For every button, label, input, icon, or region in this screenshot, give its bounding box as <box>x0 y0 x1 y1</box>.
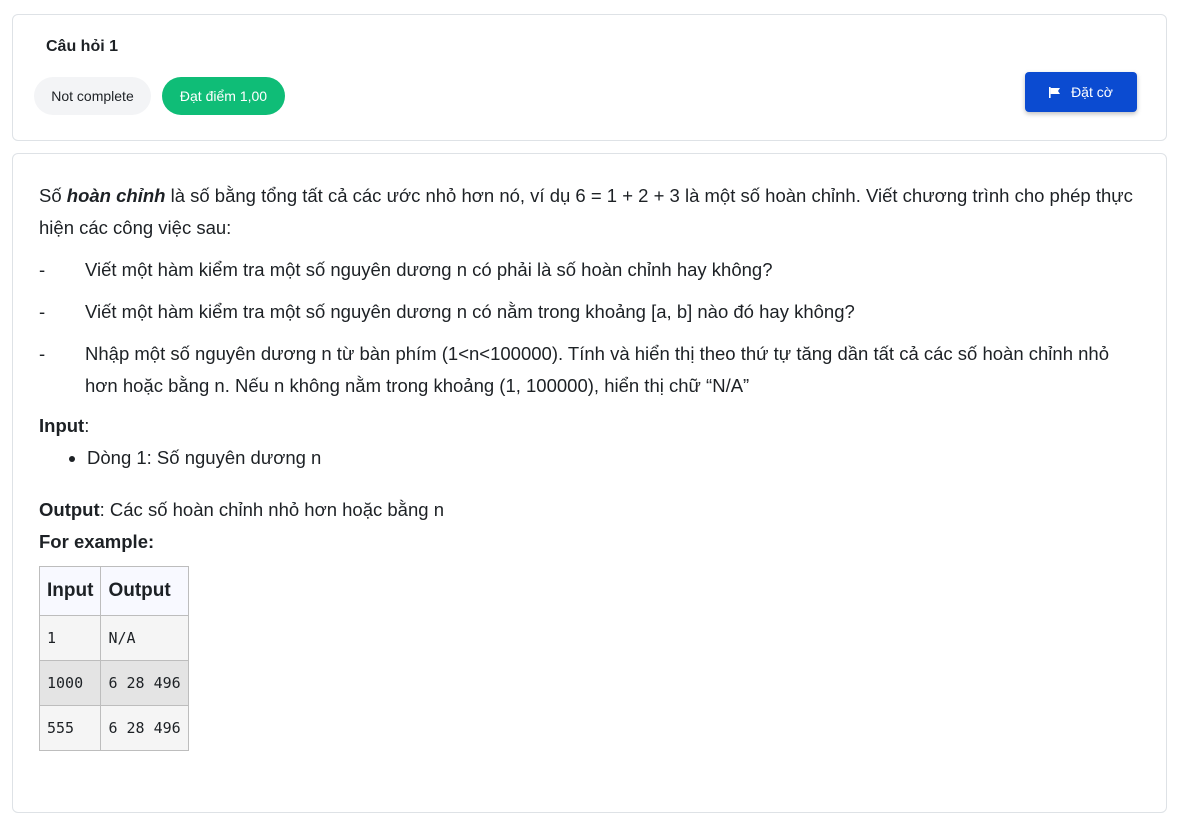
table-header-input: Input <box>38 566 102 616</box>
flag-icon <box>1049 86 1061 98</box>
grade-badge: Đạt điểm 1,00 <box>162 77 285 115</box>
input-heading: Input: <box>39 415 90 436</box>
task-marker: - <box>39 343 46 364</box>
task-marker: - <box>39 301 46 322</box>
intro-paragraph: Số hoàn chỉnh là số bằng tổng tất cả các… <box>39 180 1139 244</box>
table-row: 555 6 28 496 <box>38 705 189 751</box>
table-header-output: Output <box>100 566 189 616</box>
question-info-card: Câu hỏi 1 Not complete Đạt điểm 1,00 Đặt… <box>12 14 1167 141</box>
intro-prefix: Số <box>39 185 67 206</box>
task-text: Nhập một số nguyên dương n từ bàn phím (… <box>85 343 1110 396</box>
output-line: Output: Các số hoàn chỉnh nhỏ hơn hoặc b… <box>39 494 1139 526</box>
output-text: : Các số hoàn chỉnh nhỏ hơn hoặc bằng n <box>99 499 444 520</box>
task-item: - Viết một hàm kiểm tra một số nguyên dươ… <box>39 296 1139 328</box>
output-label: Output <box>39 499 100 520</box>
completion-status-badge: Not complete <box>34 77 151 115</box>
table-row: 1000 6 28 496 <box>38 660 189 706</box>
question-text: Số hoàn chỉnh là số bằng tổng tất cả các… <box>38 180 1139 751</box>
input-label: Input <box>39 415 85 436</box>
examples-table: Input Output 1 N/A 1000 6 28 496 555 6 2… <box>38 566 189 751</box>
table-cell-output: 6 28 496 <box>100 660 189 706</box>
question-content-card: Số hoàn chỉnh là số bằng tổng tất cả các… <box>12 153 1167 813</box>
task-item: - Viết một hàm kiểm tra một số nguyên dươ… <box>39 254 1139 286</box>
input-list: Dòng 1: Số nguyên dương n <box>39 442 1139 474</box>
flag-question-button[interactable]: Đặt cờ <box>1025 72 1137 112</box>
table-cell-output: 6 28 496 <box>100 705 189 751</box>
task-marker: - <box>39 259 46 280</box>
table-header-row: Input Output <box>38 566 189 616</box>
task-text: Viết một hàm kiểm tra một số nguyên dươn… <box>85 259 773 280</box>
table-cell-input: 555 <box>38 705 102 751</box>
task-item: - Nhập một số nguyên dương n từ bàn phím … <box>39 338 1139 402</box>
flag-button-label: Đặt cờ <box>1071 84 1113 100</box>
task-text: Viết một hàm kiểm tra một số nguyên dươn… <box>85 301 855 322</box>
table-cell-output: N/A <box>100 615 189 661</box>
intro-emphasis: hoàn chỉnh <box>66 185 166 206</box>
table-cell-input: 1000 <box>38 660 102 706</box>
table-cell-input: 1 <box>38 615 102 661</box>
example-heading: For example: <box>39 531 155 552</box>
intro-rest: là số bằng tổng tất cả các ước nhỏ hơn n… <box>39 185 1133 238</box>
question-title: Câu hỏi 1 <box>46 38 119 55</box>
table-row: 1 N/A <box>38 615 189 661</box>
input-list-item: Dòng 1: Số nguyên dương n <box>87 442 1139 474</box>
